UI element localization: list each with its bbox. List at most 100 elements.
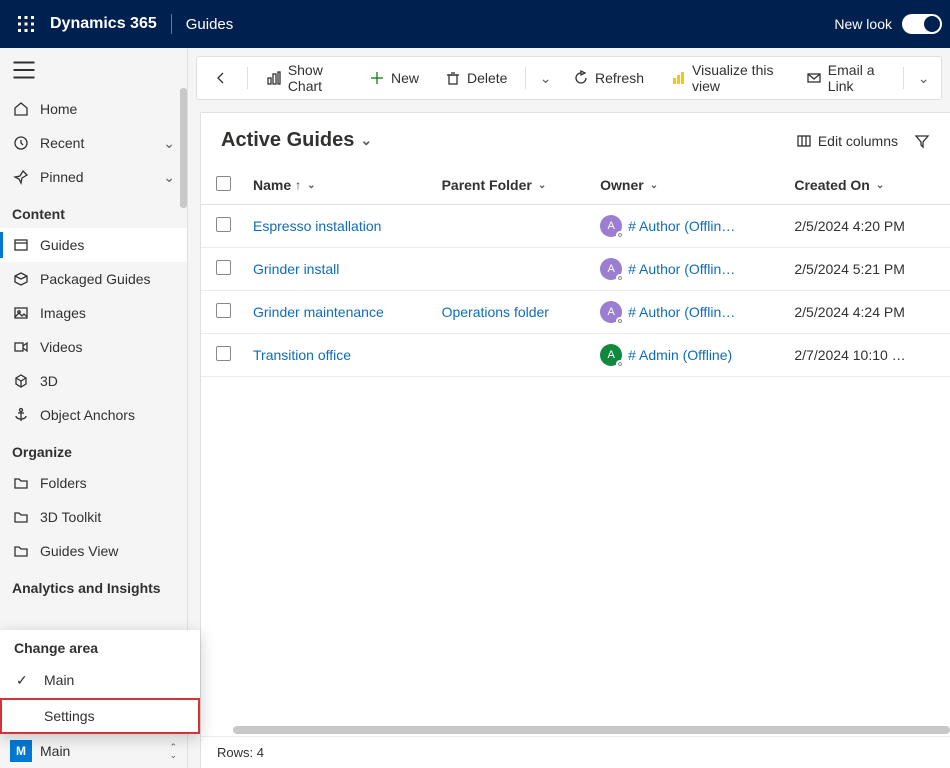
sidebar-item-label: Object Anchors [40,407,135,423]
sidebar-item-packaged-guides[interactable]: Packaged Guides [0,262,187,296]
sidebar-item-pinned[interactable]: Pinned ⌄ [0,160,187,194]
owner-link[interactable]: # Author (Offlin… [628,261,735,277]
new-look-toggle[interactable] [902,14,942,34]
cmd-label: Show Chart [288,62,343,94]
chevron-down-icon: ⌄ [307,180,315,191]
sidebar-item-object-anchors[interactable]: Object Anchors [0,398,187,432]
record-link[interactable]: Grinder maintenance [253,304,384,320]
sidebar-item-videos[interactable]: Videos [0,330,187,364]
avatar: A [600,258,622,280]
collapse-sidebar-button[interactable] [12,58,36,82]
column-header-created-on[interactable]: Created On ⌄ [786,166,950,205]
horizontal-scrollbar[interactable] [201,724,950,736]
record-link[interactable]: Espresso installation [253,218,381,234]
row-checkbox[interactable] [201,291,245,334]
change-area-option-main[interactable]: Main [0,662,187,698]
chevron-down-icon: ⌄ [163,135,175,152]
sidebar-item-3d-toolkit[interactable]: 3D Toolkit [0,500,187,534]
change-area-option-label: Main [44,672,74,688]
column-label: Created On [794,177,869,193]
edit-columns-label: Edit columns [818,133,898,149]
row-checkbox[interactable] [201,205,245,248]
edit-columns-button[interactable]: Edit columns [796,133,898,149]
chart-icon [266,70,282,86]
chevron-down-icon: ⌄ [538,180,546,191]
filter-icon [914,133,930,149]
sidebar-item-folders[interactable]: Folders [0,466,187,500]
area-picker-badge: M [10,740,32,762]
command-bar: Show Chart New Delete ⌄ Refresh Visualiz… [196,56,942,100]
row-checkbox[interactable] [201,334,245,377]
grid-footer: Rows: 4 [201,736,950,768]
columns-icon [796,133,812,149]
module-name[interactable]: Guides [186,16,234,33]
mail-icon [806,70,822,86]
sidebar-item-guides-view[interactable]: Guides View [0,534,187,568]
cmd-label: Refresh [595,70,644,86]
sidebar-item-label: Recent [40,135,84,151]
sidebar-item-recent[interactable]: Recent ⌄ [0,126,187,160]
row-checkbox[interactable] [201,248,245,291]
view-title-dropdown[interactable]: Active Guides ⌄ [221,129,372,152]
column-header-parent-folder[interactable]: Parent Folder ⌄ [434,166,593,205]
created-on-cell: 2/5/2024 4:20 PM [786,205,950,248]
record-link[interactable]: Grinder install [253,261,339,277]
sidebar-item-label: Folders [40,475,87,491]
table-row[interactable]: Grinder installA# Author (Offlin…2/5/202… [201,248,950,291]
sidebar-item-home[interactable]: Home [0,92,187,126]
sidebar-item-label: Guides View [40,543,118,559]
refresh-button[interactable]: Refresh [563,64,654,92]
sidebar-item-3d[interactable]: 3D [0,364,187,398]
email-link-button[interactable]: Email a Link [796,56,896,100]
column-header-name[interactable]: Name ↑ ⌄ [245,166,434,205]
view-title: Active Guides [221,129,354,152]
sidebar-item-label: Home [40,101,77,117]
app-launcher-button[interactable] [8,6,44,42]
new-button[interactable]: New [359,64,429,92]
checkbox-icon [216,346,231,361]
sidebar-section-organize: Organize [0,432,187,466]
column-header-owner[interactable]: Owner ⌄ [592,166,786,205]
cmd-label: Delete [467,70,507,86]
presence-icon [616,274,624,282]
grid-scroll[interactable]: Name ↑ ⌄ Parent Folder ⌄ [201,166,950,724]
sidebar-item-guides[interactable]: Guides [0,228,187,262]
table-row[interactable]: Grinder maintenanceOperations folderA# A… [201,291,950,334]
folder-icon [12,508,30,526]
cmd-label: Visualize this view [692,62,780,94]
owner-link[interactable]: # Author (Offlin… [628,304,735,320]
back-button[interactable] [203,64,239,92]
cmd-label: Email a Link [828,62,886,94]
filter-button[interactable] [914,133,930,149]
back-arrow-icon [213,70,229,86]
table-row[interactable]: Espresso installationA# Author (Offlin…2… [201,205,950,248]
owner-link[interactable]: # Admin (Offline) [628,347,732,363]
checkbox-icon [216,217,231,232]
sidebar-item-label: Packaged Guides [40,271,151,287]
content-card: Active Guides ⌄ Edit columns [200,112,950,768]
record-link[interactable]: Transition office [253,347,351,363]
select-all-column[interactable] [201,166,245,205]
top-bar: Dynamics 365 Guides New look [0,0,950,48]
main-area: Show Chart New Delete ⌄ Refresh Visualiz… [188,48,950,768]
owner-link[interactable]: # Author (Offlin… [628,218,735,234]
column-label: Owner [600,177,644,193]
table-row[interactable]: Transition officeA# Admin (Offline)2/7/2… [201,334,950,377]
sidebar-item-images[interactable]: Images [0,296,187,330]
show-chart-button[interactable]: Show Chart [256,56,353,100]
email-link-split-button[interactable]: ⌄ [912,70,935,87]
change-area-option-settings[interactable]: Settings [0,698,187,733]
plus-icon [369,70,385,86]
visualize-button[interactable]: Visualize this view [660,56,790,100]
delete-button[interactable]: Delete [435,64,517,92]
cmd-label: New [391,70,419,86]
clock-icon [12,134,30,152]
delete-split-button[interactable]: ⌄ [534,70,557,87]
created-on-cell: 2/5/2024 4:24 PM [786,291,950,334]
chevron-down-icon: ⌄ [163,169,175,186]
window-icon [12,236,30,254]
area-picker[interactable]: M Main ⌃⌄ [0,733,187,768]
avatar: A [600,344,622,366]
parent-folder-link[interactable]: Operations folder [442,304,549,320]
row-count: Rows: 4 [217,745,264,760]
